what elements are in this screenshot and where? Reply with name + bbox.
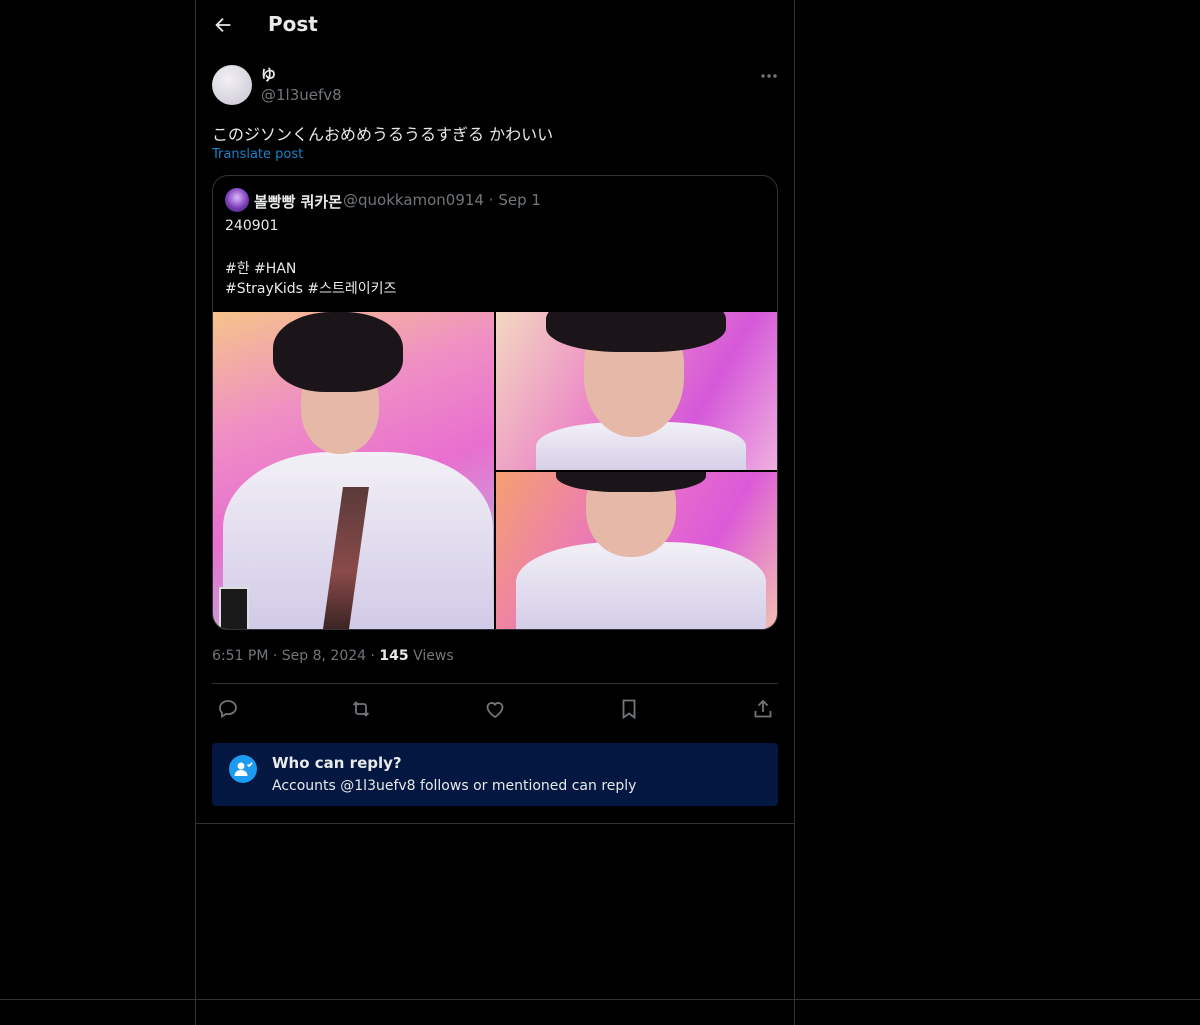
quote-text-line: 240901 <box>225 218 279 234</box>
who-can-reply-notice: Who can reply? Accounts @1l3uefv8 follow… <box>212 743 778 806</box>
separator-dot: · <box>488 191 499 209</box>
post-text: このジソンくんおめめうるうるすぎる かわいい <box>212 125 554 144</box>
reply-icon[interactable] <box>216 697 240 721</box>
quote-author-handle[interactable]: @quokkamon0914 <box>343 191 484 209</box>
mention-user-icon <box>229 755 257 783</box>
media-image[interactable] <box>496 472 777 629</box>
quote-date[interactable]: Sep 1 <box>498 191 541 209</box>
divider <box>212 683 778 684</box>
share-icon[interactable] <box>751 697 775 721</box>
divider <box>196 823 794 824</box>
avatar[interactable] <box>212 65 252 105</box>
author-handle[interactable]: @1l3uefv8 <box>261 86 342 104</box>
quote-meta: @quokkamon0914 · Sep 1 <box>343 191 541 209</box>
repost-icon[interactable] <box>349 697 373 721</box>
views-label: Views <box>413 648 454 664</box>
quote-text-line[interactable]: #StrayKids #스트레이키즈 <box>225 278 396 298</box>
quote-avatar[interactable] <box>225 188 249 212</box>
who-can-reply-title: Who can reply? <box>272 754 402 772</box>
separator-dot: · <box>272 648 282 664</box>
views-count: 145 <box>379 648 409 664</box>
who-can-reply-subtitle: Accounts @1l3uefv8 follows or mentioned … <box>272 778 637 794</box>
author-name[interactable]: ゆ <box>261 64 276 85</box>
media-image[interactable] <box>496 312 777 470</box>
post-header: Post <box>196 0 794 54</box>
like-icon[interactable] <box>483 697 507 721</box>
more-icon[interactable] <box>759 66 779 86</box>
post-timestamp: 6:51 PM · Sep 8, 2024 · 145 Views <box>212 648 454 664</box>
quoted-post[interactable]: 볼빵빵 쿼카몬 @quokkamon0914 · Sep 1 240901 #한… <box>212 175 778 630</box>
quote-text-line[interactable]: #한 #HAN <box>225 258 296 278</box>
arrow-left-icon[interactable] <box>212 14 234 36</box>
translate-post-link[interactable]: Translate post <box>212 147 303 162</box>
post-date[interactable]: Sep 8, 2024 <box>282 648 366 664</box>
quote-author-name[interactable]: 볼빵빵 쿼카몬 <box>254 191 342 212</box>
media-image[interactable] <box>213 312 494 629</box>
media-grid <box>213 312 777 629</box>
post-column: Post ゆ @1l3uefv8 このジソンくんおめめうるうるすぎる かわいい … <box>195 0 795 1025</box>
page-title: Post <box>268 12 318 36</box>
post-time[interactable]: 6:51 PM <box>212 648 268 664</box>
bookmark-icon[interactable] <box>617 697 641 721</box>
